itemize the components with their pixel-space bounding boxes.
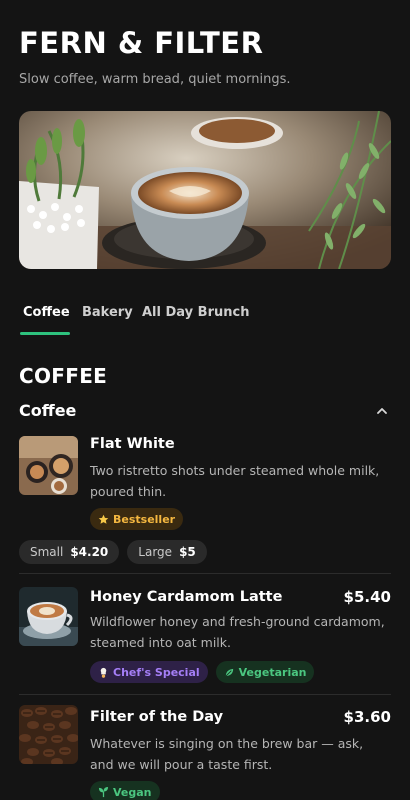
menu-item-filter-of-the-day[interactable]: Filter of the Day $3.60 Whatever is sing… (19, 705, 391, 800)
chevron-up-icon (377, 408, 387, 414)
item-name: Filter of the Day (90, 709, 224, 725)
brand-title: FERN & FILTER (19, 26, 264, 60)
tab-coffee[interactable]: Coffee (23, 305, 70, 320)
item-badges: Vegan (90, 781, 160, 800)
item-divider (19, 694, 391, 695)
size-price: $5 (179, 545, 196, 559)
size-options: Small $4.20 Large $5 (19, 540, 207, 564)
menu-tabs: Coffee Bakery All Day Brunch (19, 305, 391, 337)
size-label: Small (30, 545, 64, 559)
item-description: Wildflower honey and fresh-ground cardam… (90, 614, 385, 650)
chef-icon (100, 667, 107, 678)
latte-photo (19, 587, 78, 646)
hero-coffee-photo (19, 111, 391, 269)
category-toggle[interactable]: Coffee (19, 400, 391, 424)
badge-label: Vegan (113, 785, 152, 799)
item-thumbnail (19, 587, 78, 646)
coffee-beans-photo (19, 705, 78, 764)
item-name: Flat White (90, 436, 175, 452)
item-price: $3.60 (343, 708, 391, 726)
chefs-special-badge: Chef's Special (90, 661, 208, 683)
size-price: $4.20 (70, 545, 109, 559)
item-badges: Bestseller (90, 508, 184, 530)
item-divider (19, 573, 391, 574)
brand-tagline: Slow coffee, warm bread, quiet mornings. (19, 72, 291, 87)
active-tab-indicator (20, 332, 70, 335)
badge-label: Bestseller (113, 512, 176, 526)
seedling-icon (98, 786, 109, 797)
section-heading: COFFEE (19, 364, 108, 388)
bestseller-badge: Bestseller (90, 508, 184, 530)
leaf-icon (225, 668, 233, 676)
vegan-badge: Vegan (90, 781, 160, 800)
star-icon (98, 514, 109, 524)
vegetarian-badge: Vegetarian (215, 661, 315, 683)
badge-label: Chef's Special (113, 665, 200, 679)
item-name: Honey Cardamom Latte (90, 589, 283, 605)
badge-label: Vegetarian (238, 665, 307, 679)
flat-white-photo (19, 436, 78, 495)
category-title: Coffee (19, 401, 77, 420)
item-thumbnail (19, 705, 78, 764)
tab-bakery[interactable]: Bakery (82, 305, 133, 320)
size-option-small[interactable]: Small $4.20 (19, 540, 120, 564)
menu-page: FERN & FILTER Slow coffee, warm bread, q… (0, 0, 410, 800)
hero-image (19, 111, 391, 269)
menu-item-honey-cardamom-latte[interactable]: Honey Cardamom Latte $5.40 Wildflower ho… (19, 587, 391, 687)
item-description: Whatever is singing on the brew bar — as… (90, 736, 364, 772)
item-description: Two ristretto shots under steamed whole … (90, 463, 380, 499)
tab-all-day-brunch[interactable]: All Day Brunch (142, 305, 249, 320)
item-badges: Chef's Special Vegetarian (90, 661, 315, 683)
size-label: Large (138, 545, 173, 559)
size-option-large[interactable]: Large $5 (127, 540, 207, 564)
item-price: $5.40 (343, 588, 391, 606)
item-thumbnail (19, 436, 78, 495)
menu-item-flat-white[interactable]: Flat White Two ristretto shots under ste… (19, 436, 391, 532)
